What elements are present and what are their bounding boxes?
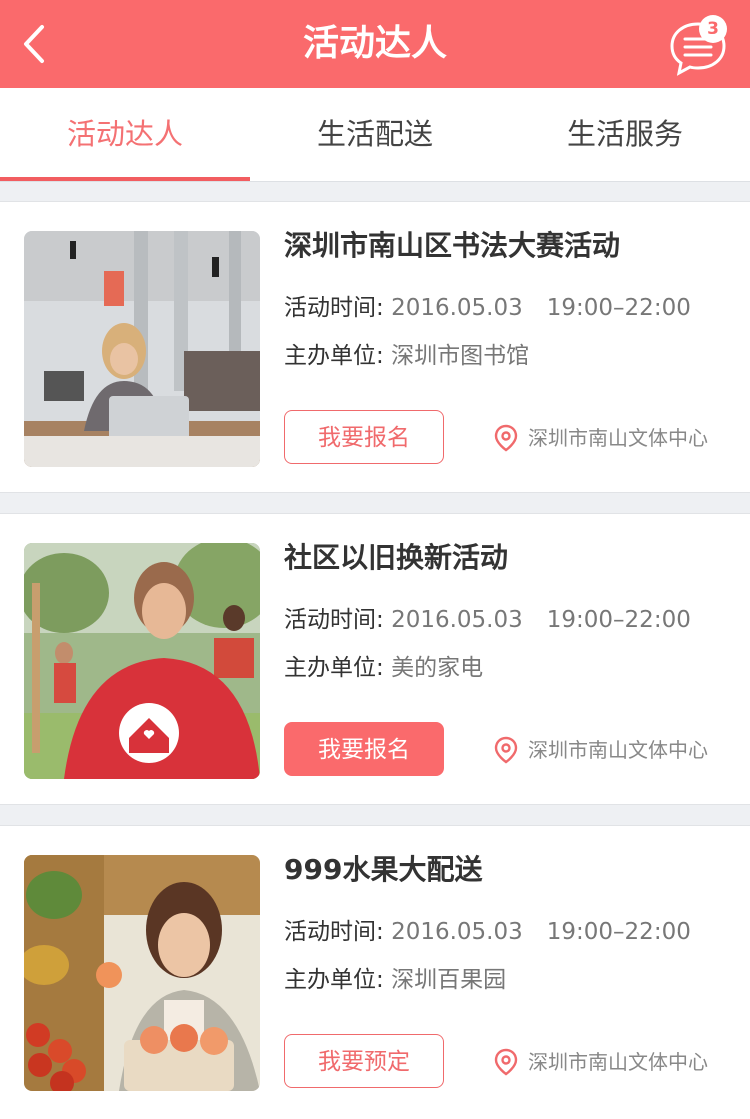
event-time-row: 活动时间: 2016.05.03 19:00–22:00 — [284, 912, 691, 946]
time-label: 活动时间: — [284, 919, 384, 945]
location-pin-icon — [494, 1048, 518, 1075]
time-label: 活动时间: — [284, 607, 384, 633]
event-organizer-row: 主办单位: 深圳百果园 — [284, 960, 506, 994]
location-text: 深圳市南山文体中心 — [528, 738, 708, 762]
time-label: 活动时间: — [284, 295, 384, 321]
event-time: 19:00–22:00 — [546, 295, 691, 321]
event-card[interactable]: 社区以旧换新活动 活动时间: 2016.05.03 19:00–22:00 主办单… — [0, 513, 750, 805]
location-text: 深圳市南山文体中心 — [528, 1050, 708, 1074]
event-location: 深圳市南山文体中心 — [494, 734, 708, 766]
event-card[interactable]: 深圳市南山区书法大赛活动 活动时间: 2016.05.03 19:00–22:00… — [0, 201, 750, 493]
event-title: 999水果大配送 — [284, 853, 483, 886]
event-organizer-row: 主办单位: 深圳市图书馆 — [284, 336, 529, 370]
tab-bar: 活动达人 生活配送 生活服务 — [0, 88, 750, 182]
event-location: 深圳市南山文体中心 — [494, 1046, 708, 1078]
event-organizer-row: 主办单位: 美的家电 — [284, 648, 483, 682]
tab-life-service[interactable]: 生活服务 — [500, 88, 750, 181]
event-time-row: 活动时间: 2016.05.03 19:00–22:00 — [284, 600, 691, 634]
organizer-label: 主办单位: — [284, 967, 384, 993]
page-title: 活动达人 — [302, 23, 447, 64]
tab-life-delivery[interactable]: 生活配送 — [250, 88, 500, 181]
event-title: 深圳市南山区书法大赛活动 — [284, 229, 621, 262]
event-date: 2016.05.03 — [391, 919, 523, 945]
organizer-label: 主办单位: — [284, 655, 384, 681]
event-image-fruit-stand — [24, 855, 260, 1091]
active-tab-indicator — [0, 177, 250, 181]
location-text: 深圳市南山文体中心 — [528, 426, 708, 450]
event-date: 2016.05.03 — [391, 607, 523, 633]
event-time-row: 活动时间: 2016.05.03 19:00–22:00 — [284, 288, 691, 322]
event-title: 社区以旧换新活动 — [284, 541, 509, 574]
event-date: 2016.05.03 — [391, 295, 523, 321]
signup-button[interactable]: 我要报名 — [284, 410, 444, 464]
notification-badge: 3 — [699, 15, 727, 43]
event-image-library — [24, 231, 260, 467]
app-header: 活动达人 3 — [0, 0, 750, 88]
event-organizer: 深圳百果园 — [391, 967, 507, 993]
location-pin-icon — [494, 424, 518, 451]
location-pin-icon — [494, 736, 518, 763]
event-organizer: 深圳市图书馆 — [391, 343, 530, 369]
signup-button[interactable]: 我要报名 — [284, 722, 444, 776]
event-organizer: 美的家电 — [391, 655, 484, 681]
event-time: 19:00–22:00 — [546, 919, 691, 945]
tab-activity-expert[interactable]: 活动达人 — [0, 88, 250, 181]
event-card[interactable]: 999水果大配送 活动时间: 2016.05.03 19:00–22:00 主办单… — [0, 825, 750, 1119]
event-image-volunteer — [24, 543, 260, 779]
reserve-button[interactable]: 我要预定 — [284, 1034, 444, 1088]
organizer-label: 主办单位: — [284, 343, 384, 369]
event-location: 深圳市南山文体中心 — [494, 422, 708, 454]
event-time: 19:00–22:00 — [546, 607, 691, 633]
